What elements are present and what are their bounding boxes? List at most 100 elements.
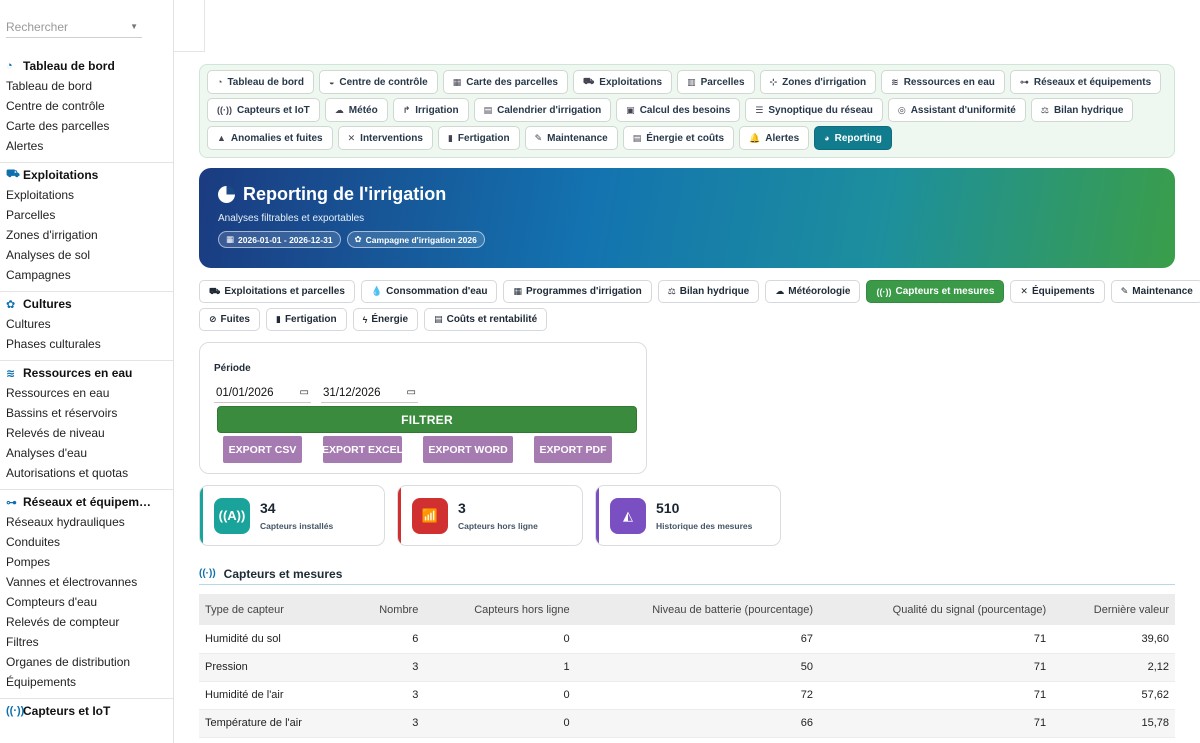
column-header-nombre[interactable]: Nombre — [352, 594, 424, 625]
sidebar-item-equipements[interactable]: Équipements — [0, 672, 173, 692]
nav-maintenance[interactable]: ✎ Maintenance — [524, 126, 618, 150]
sidebar-item-zones-d-irrigation[interactable]: Zones d'irrigation — [0, 225, 173, 245]
tab-equipements[interactable]: ✕ Équipements — [1010, 280, 1105, 303]
sidebar-section-title[interactable]: ((·)) Capteurs et IoT — [0, 701, 173, 721]
sidebar-item-campagnes[interactable]: Campagnes — [0, 265, 173, 285]
nav-ressources-en-eau[interactable]: ≋ Ressources en eau — [881, 70, 1005, 94]
nav-irrigation[interactable]: ↱ Irrigation — [392, 98, 469, 122]
sidebar-section-reseaux-et-equipem: ⊶ Réseaux et équipem… Réseaux hydrauliques… — [0, 489, 173, 698]
table-cell: 72 — [800, 689, 814, 701]
nav-centre-de-controle[interactable]: ◒ Centre de contrôle — [318, 70, 438, 94]
nav-capteurs-et-iot[interactable]: ((·)) Capteurs et IoT — [207, 98, 320, 122]
nav-calendrier-d-irrigation[interactable]: ▤ Calendrier d'irrigation — [473, 98, 612, 122]
date-from-input[interactable]: 01/01/2026 ▭ — [214, 383, 311, 403]
header-tag-label: 2026-01-01 - 2026-12-31 — [238, 234, 333, 245]
nav-label: Carte des parcelles — [466, 76, 558, 88]
sidebar-item-conduites[interactable]: Conduites — [0, 532, 173, 552]
sidebar-item-exploitations[interactable]: Exploitations — [0, 185, 173, 205]
column-header-capteurs-hors-ligne[interactable]: Capteurs hors ligne — [424, 594, 575, 625]
tab-bilan-hydrique[interactable]: ⚖ Bilan hydrique — [657, 280, 760, 303]
sidebar-item-carte-des-parcelles[interactable]: Carte des parcelles — [0, 116, 173, 136]
sidebar-section-title[interactable]: ⛟ Exploitations — [0, 165, 173, 185]
sidebar-item-filtres[interactable]: Filtres — [0, 632, 173, 652]
nav-reporting[interactable]: ◕ Reporting — [814, 126, 892, 150]
nav-label: Exploitations — [599, 76, 663, 88]
search-select[interactable]: Rechercher ▼ — [6, 16, 142, 38]
tab-maintenance[interactable]: ✎ Maintenance — [1110, 280, 1200, 303]
sidebar-item-analyses-de-sol[interactable]: Analyses de sol — [0, 245, 173, 265]
table-cell: 0 — [563, 717, 570, 729]
sidebar-section-cultures: ✿ Cultures Cultures Phases culturales — [0, 291, 173, 360]
nav-tableau-de-bord[interactable]: ◔ Tableau de bord — [207, 70, 314, 94]
sidebar-item-bassins-et-reservoirs[interactable]: Bassins et réservoirs — [0, 403, 173, 423]
nav-interventions[interactable]: ✕ Interventions — [337, 126, 433, 150]
sidebar-item-compteurs-d-eau[interactable]: Compteurs d'eau — [0, 592, 173, 612]
tab-energie[interactable]: ϟ Énergie — [352, 308, 419, 331]
nav-reseaux-et-equipements[interactable]: ⊶ Réseaux et équipements — [1009, 70, 1162, 94]
nav-alertes[interactable]: 🔔 Alertes — [739, 126, 810, 150]
export-excel-button[interactable]: EXPORT EXCEL — [322, 436, 403, 463]
kpi-value: 34 — [260, 500, 276, 516]
sidebar-section-title[interactable]: ◔ Tableau de bord — [0, 56, 173, 76]
table-cell: 57,62 — [1141, 689, 1169, 701]
nav-parcelles[interactable]: ▥ Parcelles — [677, 70, 755, 94]
filter-button[interactable]: FILTRER — [217, 406, 637, 433]
sidebar-section-title[interactable]: ≋ Ressources en eau — [0, 363, 173, 383]
faucet-off-icon: ⊘ — [209, 314, 217, 324]
chevron-down-icon[interactable]: ▼ — [130, 16, 138, 38]
report-tabs-row: ⊘ Fuites ▮ Fertigation ϟ Énergie ▤ Coûts et ren… — [199, 308, 1179, 331]
nav-synoptique-du-reseau[interactable]: ☰ Synoptique du réseau — [745, 98, 883, 122]
calendar-icon[interactable]: ▭ — [300, 387, 309, 398]
tab-capteurs-et-mesures[interactable]: ((·)) Capteurs et mesures — [866, 280, 1005, 303]
tab-fertigation[interactable]: ▮ Fertigation — [266, 308, 347, 331]
sidebar-item-tableau-de-bord[interactable]: Tableau de bord — [0, 76, 173, 96]
sensor-icon: ((A)) — [214, 497, 250, 534]
sidebar-item-phases-culturales[interactable]: Phases culturales — [0, 334, 173, 354]
sidebar-item-alertes[interactable]: Alertes — [0, 136, 173, 156]
tab-consommation-d-eau[interactable]: 💧 Consommation d'eau — [360, 280, 498, 303]
target-icon: ◎ — [897, 104, 906, 115]
nav-fertigation[interactable]: ▮ Fertigation — [437, 126, 520, 150]
nav-energie-et-couts[interactable]: ▤ Énergie et coûts — [622, 126, 735, 150]
column-header-niveau-de-batterie-pourcentage[interactable]: Niveau de batterie (pourcentage) — [576, 594, 819, 625]
sidebar-item-parcelles[interactable]: Parcelles — [0, 205, 173, 225]
export-word-button[interactable]: EXPORT WORD — [423, 436, 513, 463]
sensor-icon: ((·)) — [876, 286, 892, 297]
sidebar-item-releves-de-compteur[interactable]: Relevés de compteur — [0, 612, 173, 632]
sidebar-section-title[interactable]: ⊶ Réseaux et équipem… — [0, 492, 173, 512]
tab-programmes-d-irrigation[interactable]: ▦ Programmes d'irrigation — [503, 280, 652, 303]
nav-calcul-des-besoins[interactable]: ▣ Calcul des besoins — [616, 98, 741, 122]
sidebar-item-pompes[interactable]: Pompes — [0, 552, 173, 572]
nav-meteo[interactable]: ☁ Météo — [324, 98, 388, 122]
sidebar-item-releves-de-niveau[interactable]: Relevés de niveau — [0, 423, 173, 443]
calendar-icon[interactable]: ▭ — [407, 387, 416, 398]
tab-exploitations-et-parcelles[interactable]: ⛟ Exploitations et parcelles — [199, 280, 355, 303]
sidebar-item-analyses-d-eau[interactable]: Analyses d'eau — [0, 443, 173, 463]
nav-bilan-hydrique[interactable]: ⚖ Bilan hydrique — [1030, 98, 1134, 122]
sidebar-item-cultures[interactable]: Cultures — [0, 314, 173, 334]
sidebar-item-ressources-en-eau[interactable]: Ressources en eau — [0, 383, 173, 403]
sidebar-item-vannes-et-electrovannes[interactable]: Vannes et électrovannes — [0, 572, 173, 592]
header-tag: ✿ Campagne d'irrigation 2026 — [346, 231, 485, 248]
tab-fuites[interactable]: ⊘ Fuites — [199, 308, 260, 331]
column-header-qualite-du-signal-pourcentage[interactable]: Qualité du signal (pourcentage) — [819, 594, 1052, 625]
date-to-input[interactable]: 31/12/2026 ▭ — [321, 383, 418, 403]
sidebar-item-reseaux-hydrauliques[interactable]: Réseaux hydrauliques — [0, 512, 173, 532]
sidebar-item-organes-de-distribution[interactable]: Organes de distribution — [0, 652, 173, 672]
nav-zones-d-irrigation[interactable]: ⊹ Zones d'irrigation — [759, 70, 877, 94]
nav-carte-des-parcelles[interactable]: ▦ Carte des parcelles — [442, 70, 568, 94]
nav-assistant-d-uniformite[interactable]: ◎ Assistant d'uniformité — [887, 98, 1026, 122]
column-header-type-de-capteur[interactable]: Type de capteur — [199, 594, 352, 625]
sidebar-item-autorisations-et-quotas[interactable]: Autorisations et quotas — [0, 463, 173, 483]
export-pdf-button[interactable]: EXPORT PDF — [534, 436, 612, 463]
chart-area-icon: ◭ — [610, 497, 646, 534]
filter-panel: Période 01/01/2026 ▭ 31/12/2026 ▭ FILTRE… — [199, 342, 647, 474]
nav-exploitations[interactable]: ⛟ Exploitations — [572, 70, 673, 94]
column-header-derniere-valeur[interactable]: Dernière valeur — [1052, 594, 1175, 625]
nav-anomalies-et-fuites[interactable]: ▲ Anomalies et fuites — [207, 126, 333, 150]
sidebar-section-title[interactable]: ✿ Cultures — [0, 294, 173, 314]
sidebar-item-centre-de-controle[interactable]: Centre de contrôle — [0, 96, 173, 116]
tab-meteorologie[interactable]: ☁ Météorologie — [765, 280, 861, 303]
export-csv-button[interactable]: EXPORT CSV — [223, 436, 302, 463]
tab-couts-et-rentabilite[interactable]: ▤ Coûts et rentabilité — [424, 308, 548, 331]
